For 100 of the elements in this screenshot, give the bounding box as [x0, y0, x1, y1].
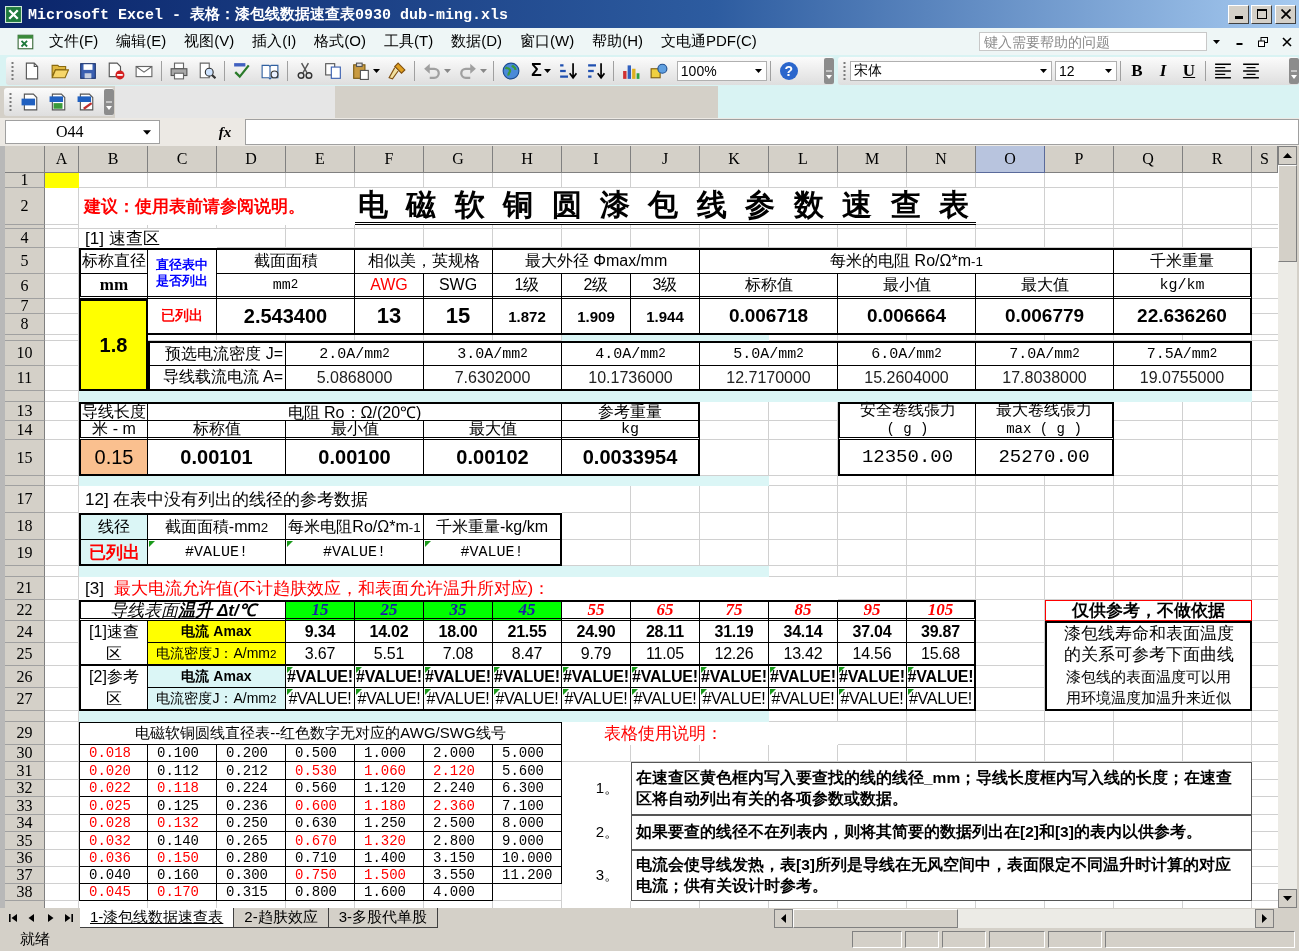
- row-header[interactable]: 37: [5, 867, 45, 884]
- caret-icon[interactable]: [143, 129, 151, 135]
- scroll-left-icon[interactable]: [774, 908, 793, 928]
- vertical-scrollbar[interactable]: [1278, 146, 1297, 908]
- column-header[interactable]: R: [1183, 146, 1252, 173]
- printer-icon[interactable]: [170, 61, 188, 80]
- toolbar-grip-icon[interactable]: [843, 60, 846, 81]
- row-header[interactable]: 14: [5, 421, 45, 440]
- caret-icon[interactable]: [754, 68, 762, 73]
- horizontal-scrollbar[interactable]: [774, 908, 1274, 928]
- first-sheet-icon[interactable]: [8, 912, 20, 924]
- print-preview-icon[interactable]: [198, 61, 216, 80]
- scissors-icon[interactable]: [296, 61, 314, 80]
- shapes-icon[interactable]: [649, 61, 668, 80]
- diameter-field[interactable]: 1.8: [79, 299, 148, 391]
- toolbar-grip-icon[interactable]: [9, 92, 12, 112]
- help-search-field[interactable]: 键入需要帮助的问题: [979, 32, 1207, 51]
- workbook-minimize-icon[interactable]: [1236, 42, 1243, 45]
- maximize-button[interactable]: [1251, 4, 1272, 24]
- row-header[interactable]: 33: [5, 797, 45, 815]
- menu-item[interactable]: 工具(T): [375, 32, 443, 51]
- new-document-icon[interactable]: [23, 61, 41, 80]
- row-header[interactable]: 11: [5, 366, 45, 391]
- menu-item[interactable]: 文电通PDF(C): [651, 32, 766, 51]
- menu-item[interactable]: 帮助(H): [583, 32, 652, 51]
- menu-item[interactable]: 窗口(W): [511, 32, 584, 51]
- column-header[interactable]: H: [493, 146, 562, 173]
- menu-item[interactable]: 插入(I): [243, 32, 306, 51]
- italic-button[interactable]: I: [1150, 60, 1176, 81]
- column-header[interactable]: D: [217, 146, 286, 173]
- sheet-tab[interactable]: 1-漆包线数据速查表: [80, 908, 235, 928]
- underline-button[interactable]: U: [1176, 60, 1202, 81]
- menu-item[interactable]: 视图(V): [175, 32, 244, 51]
- length-field[interactable]: 0.15: [79, 440, 148, 476]
- caret-icon[interactable]: [543, 68, 551, 73]
- menu-item[interactable]: 编辑(E): [107, 32, 176, 51]
- zoom-box[interactable]: 100%: [676, 60, 767, 81]
- column-header[interactable]: M: [838, 146, 907, 173]
- formula-input-field[interactable]: [245, 119, 1299, 145]
- align-left-icon[interactable]: [1214, 61, 1232, 80]
- row-header[interactable]: 5: [5, 248, 45, 274]
- row-header[interactable]: 29: [5, 722, 45, 745]
- column-header[interactable]: L: [769, 146, 838, 173]
- caret-icon[interactable]: [373, 68, 380, 73]
- document-pen-icon[interactable]: [77, 93, 95, 111]
- menu-item[interactable]: 格式(O): [305, 32, 375, 51]
- sort-descending-icon[interactable]: [586, 61, 605, 80]
- sheet-tab[interactable]: 2-趋肤效应: [234, 908, 329, 928]
- select-all-corner[interactable]: [5, 146, 45, 173]
- font-box[interactable]: 宋体: [850, 60, 1052, 81]
- row-header[interactable]: 36: [5, 850, 45, 867]
- menu-item[interactable]: 数据(D): [442, 32, 511, 51]
- scroll-down-icon[interactable]: [1278, 889, 1297, 908]
- column-header[interactable]: K: [700, 146, 769, 173]
- sheet-tab[interactable]: 3-多股代单股: [328, 908, 439, 928]
- clipboard-icon[interactable]: [352, 61, 370, 80]
- font-size-box[interactable]: 12: [1055, 60, 1117, 81]
- function-button[interactable]: fx: [160, 123, 245, 141]
- toolbar-options-icon[interactable]: [104, 89, 114, 115]
- row-header[interactable]: 35: [5, 832, 45, 850]
- row-header[interactable]: 18: [5, 513, 45, 540]
- caret-icon[interactable]: [1105, 68, 1112, 73]
- row-header[interactable]: 27: [5, 688, 45, 711]
- column-header[interactable]: C: [148, 146, 217, 173]
- column-header[interactable]: I: [562, 146, 631, 173]
- row-header[interactable]: 4: [5, 229, 45, 248]
- document-no-entry-icon[interactable]: [107, 61, 125, 80]
- column-header[interactable]: J: [631, 146, 700, 173]
- document-sheet-icon[interactable]: [49, 93, 67, 111]
- caret-icon[interactable]: [1213, 39, 1220, 44]
- name-box[interactable]: O44: [5, 120, 160, 144]
- toolbar-options-icon[interactable]: [824, 57, 834, 84]
- bold-button[interactable]: B: [1124, 60, 1150, 81]
- toolbar-grip-icon[interactable]: [11, 60, 14, 81]
- autosum-button[interactable]: Σ: [531, 60, 542, 81]
- column-header[interactable]: B: [79, 146, 148, 173]
- workbook-restore-icon[interactable]: [1258, 36, 1268, 47]
- globe-icon[interactable]: [502, 61, 520, 80]
- column-header[interactable]: A: [45, 146, 79, 173]
- row-header[interactable]: 32: [5, 780, 45, 797]
- row-header[interactable]: 24: [5, 621, 45, 643]
- row-header[interactable]: 2: [5, 188, 45, 225]
- row-header[interactable]: 10: [5, 341, 45, 366]
- align-center-icon[interactable]: [1242, 61, 1260, 80]
- workbook-close-icon[interactable]: [1282, 36, 1292, 47]
- column-header[interactable]: E: [286, 146, 355, 173]
- close-button[interactable]: [1275, 4, 1296, 24]
- toolbar-options-icon[interactable]: [1289, 57, 1299, 84]
- minimize-button[interactable]: [1228, 4, 1249, 24]
- sort-ascending-icon[interactable]: [558, 61, 577, 80]
- caret-icon[interactable]: [1040, 68, 1047, 73]
- column-header[interactable]: F: [355, 146, 424, 173]
- row-header[interactable]: 6: [5, 274, 45, 299]
- column-header[interactable]: Q: [1114, 146, 1183, 173]
- checkmark-icon[interactable]: [233, 61, 251, 80]
- column-header[interactable]: G: [424, 146, 493, 173]
- column-header[interactable]: P: [1045, 146, 1114, 173]
- row-header[interactable]: 1: [5, 173, 45, 188]
- document-banner-icon[interactable]: [21, 93, 39, 111]
- row-header[interactable]: [5, 476, 45, 486]
